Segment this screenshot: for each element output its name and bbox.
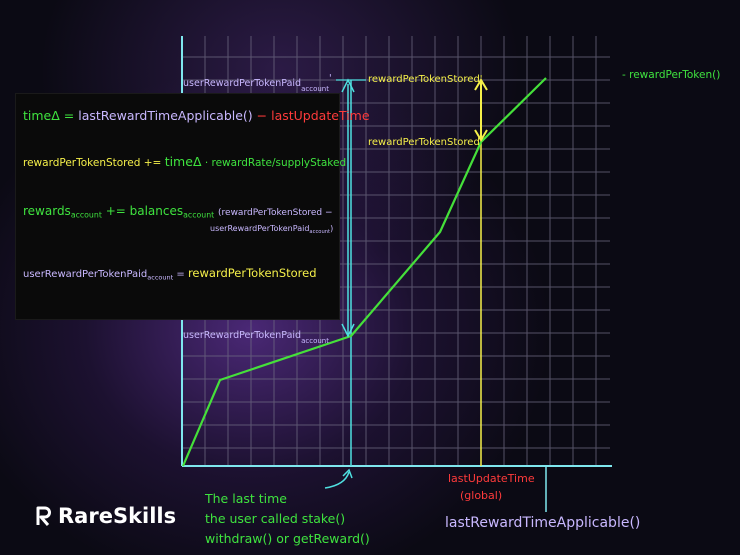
legend-label: - rewardPerToken()	[622, 69, 720, 81]
formula-panel: timeΔ = lastRewardTimeApplicable() − las…	[15, 93, 370, 320]
formula-rewards-cont: userRewardPerTokenPaidaccount)	[210, 224, 334, 235]
formula-reward-stored: rewardPerTokenStored += timeΔ · rewardRa…	[23, 154, 347, 169]
stored-prime-label: rewardPerTokenStored'	[368, 74, 483, 85]
formula-paid-update: userRewardPerTokenPaidaccount = rewardPe…	[23, 266, 317, 282]
global-label: (global)	[460, 489, 502, 502]
stored-label: rewardPerTokenStored	[368, 137, 480, 148]
last-update-label: lastUpdateTime	[448, 472, 535, 485]
rareskills-logo-icon	[36, 506, 51, 526]
rareskills-logo: RareSkills	[36, 504, 176, 528]
formula-rewards: rewardsaccount += balancesaccount (rewar…	[23, 204, 333, 220]
note-line-1: The last time	[204, 491, 287, 506]
note-line-2: the user called stake()	[205, 511, 345, 526]
note-line-3: withdraw() or getReward()	[205, 531, 370, 546]
up-down-arrow-icon	[474, 78, 488, 142]
brand-name: RareSkills	[58, 504, 177, 528]
x-axis-label: lastRewardTimeApplicable()	[445, 515, 640, 531]
formula-time-delta: timeΔ = lastRewardTimeApplicable() − las…	[23, 108, 370, 123]
